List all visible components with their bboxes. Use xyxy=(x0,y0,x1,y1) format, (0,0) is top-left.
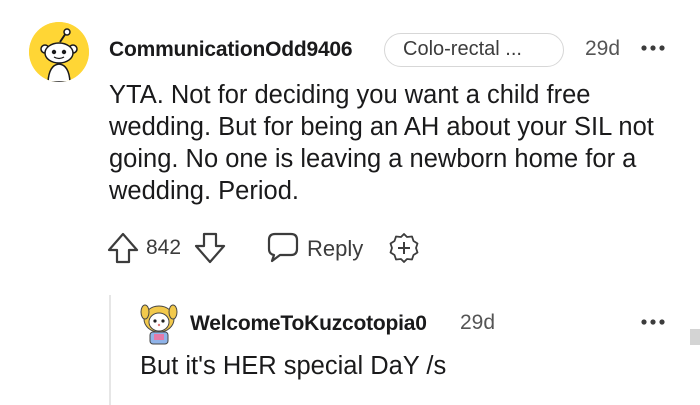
user-avatar[interactable] xyxy=(29,22,89,82)
more-options-icon xyxy=(641,319,665,325)
reply-user-avatar[interactable] xyxy=(139,302,179,346)
add-award-icon xyxy=(389,233,419,263)
scrollbar-thumb[interactable] xyxy=(690,329,700,345)
add-award-button[interactable] xyxy=(388,232,420,264)
comment-timestamp[interactable]: 29d xyxy=(585,37,620,61)
comment-bubble-icon xyxy=(267,232,299,263)
reply-body: But it's HER special DaY /s xyxy=(140,352,447,380)
vote-count: 842 xyxy=(146,236,182,259)
user-flair: Colo-rectal ... xyxy=(384,33,564,67)
comment-thread: CommunicationOdd9406 Colo-rectal ... 29d… xyxy=(0,0,700,405)
comment-body: YTA. Not for deciding you want a child f… xyxy=(109,81,654,205)
character-avatar-icon xyxy=(140,304,178,345)
upvote-arrow-icon xyxy=(107,232,139,264)
comment-username[interactable]: CommunicationOdd9406 xyxy=(109,38,353,62)
downvote-arrow-icon xyxy=(194,232,226,264)
upvote-button[interactable] xyxy=(106,231,140,265)
reply-label: Reply xyxy=(307,236,364,261)
reply-more-options-button[interactable] xyxy=(640,310,670,334)
downvote-button[interactable] xyxy=(193,231,227,265)
reply-username[interactable]: WelcomeToKuzcotopia0 xyxy=(190,312,427,336)
more-options-icon xyxy=(641,45,665,51)
more-options-button[interactable] xyxy=(640,36,670,60)
snoo-avatar-icon xyxy=(29,22,89,82)
thread-line[interactable] xyxy=(109,295,111,405)
reply-timestamp[interactable]: 29d xyxy=(460,311,495,335)
reply-button[interactable]: Reply xyxy=(266,230,376,266)
